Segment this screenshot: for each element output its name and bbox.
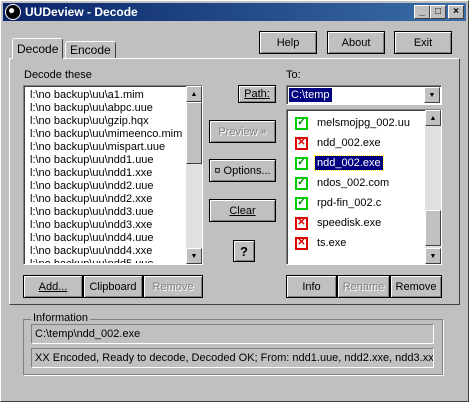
cross-icon: ✕ bbox=[295, 236, 308, 250]
minimize-icon: _ bbox=[419, 6, 425, 17]
preview-button[interactable]: Preview » bbox=[209, 120, 276, 143]
clipboard-button-label: Clipboard bbox=[89, 280, 137, 293]
scroll-thumb[interactable] bbox=[186, 102, 202, 164]
close-icon: × bbox=[453, 6, 459, 17]
information-label: Information bbox=[31, 312, 91, 324]
cross-icon: ✕ bbox=[295, 136, 308, 150]
decode-file-item[interactable]: l:\no backup\uu\ndd5.uue bbox=[26, 258, 186, 263]
title-bar[interactable]: UUDeview - Decode _ □ × bbox=[3, 3, 466, 21]
target-file-list[interactable]: ✓ melsmojpg_002.uu ✕ ndd_002.exe ✓ ndd_002.ex… bbox=[286, 109, 442, 265]
remove-decode-button-label: Remove bbox=[152, 280, 194, 293]
scroll-thumb[interactable] bbox=[425, 210, 441, 246]
decode-file-rows: l:\no backup\uu\a1.mim l:\no backup\uu\ab… bbox=[26, 89, 186, 263]
target-file-name: ndd_002.exe bbox=[314, 155, 384, 171]
target-file-item[interactable]: ✓ ndd_002.exe bbox=[289, 153, 425, 173]
minimize-button[interactable]: _ bbox=[414, 5, 430, 19]
info-path-field: C:\temp\ndd_002.exe bbox=[31, 324, 434, 344]
decode-file-list[interactable]: l:\no backup\uu\a1.mim l:\no backup\uu\ab… bbox=[23, 85, 203, 265]
tab-decode[interactable]: Decode bbox=[12, 38, 64, 59]
decode-file-item[interactable]: l:\no backup\uu\mimeenco.mim bbox=[26, 128, 186, 141]
scroll-down-arrow-icon[interactable]: ▼ bbox=[425, 248, 441, 264]
decode-file-item[interactable]: l:\no backup\uu\ndd2.xxe bbox=[26, 193, 186, 206]
target-file-name: speedisk.exe bbox=[317, 217, 382, 229]
target-file-item[interactable]: ✓ ndos_002.com bbox=[289, 173, 425, 193]
remove-target-button[interactable]: Remove bbox=[390, 275, 442, 298]
check-icon: ✓ bbox=[295, 156, 308, 170]
rename-button-label: Rename bbox=[342, 280, 385, 293]
decode-list-scrollbar[interactable]: ▲ ▼ bbox=[186, 86, 202, 264]
decode-file-item[interactable]: l:\no backup\uu\ndd3.xxe bbox=[26, 219, 186, 232]
target-file-item[interactable]: ✓ rpd-fin_002.c bbox=[289, 193, 425, 213]
decode-file-item[interactable]: l:\no backup\uu\a1.mim bbox=[26, 89, 186, 102]
info-status-field: XX Encoded, Ready to decode, Decoded OK;… bbox=[31, 348, 434, 368]
target-file-name: ts.exe bbox=[317, 237, 347, 249]
scroll-down-arrow-icon[interactable]: ▼ bbox=[186, 248, 202, 264]
tab-decode-label: Decode bbox=[17, 42, 59, 56]
check-icon: ✓ bbox=[295, 176, 308, 190]
target-file-item[interactable]: ✕ ts.exe bbox=[289, 233, 425, 253]
about-button[interactable]: About bbox=[327, 31, 385, 54]
path-button-label: Path: bbox=[244, 88, 270, 100]
about-button-label: About bbox=[341, 36, 371, 49]
rename-button[interactable]: Rename bbox=[337, 275, 390, 298]
target-file-name: rpd-fin_002.c bbox=[317, 197, 382, 209]
remove-decode-button[interactable]: Remove bbox=[143, 275, 203, 298]
options-button[interactable]: ¤ Options... bbox=[209, 159, 276, 182]
decode-file-item[interactable]: l:\no backup\uu\ndd2.uue bbox=[26, 180, 186, 193]
info-button[interactable]: Info bbox=[286, 275, 337, 298]
decode-file-item[interactable]: l:\no backup\uu\abpc.uue bbox=[26, 102, 186, 115]
clear-button[interactable]: Clear bbox=[209, 199, 276, 222]
clear-button-label: Clear bbox=[229, 204, 256, 217]
decode-file-item[interactable]: l:\no backup\uu\mispart.uue bbox=[26, 141, 186, 154]
target-path-combo[interactable]: C:\temp ▼ bbox=[286, 85, 442, 105]
chevron-down-icon[interactable]: ▼ bbox=[424, 87, 440, 103]
cross-icon: ✕ bbox=[295, 216, 308, 230]
add-button-label: Add... bbox=[38, 280, 68, 293]
decode-these-label: Decode these bbox=[24, 69, 92, 81]
decode-file-item[interactable]: l:\no backup\uu\ndd3.uue bbox=[26, 206, 186, 219]
uudeview-app-icon bbox=[5, 4, 21, 20]
target-file-name: melsmojpg_002.uu bbox=[317, 117, 410, 129]
scroll-up-arrow-icon[interactable]: ▲ bbox=[425, 110, 441, 126]
help-button-label: Help bbox=[276, 36, 300, 49]
main-window: UUDeview - Decode _ □ × Help About Exit … bbox=[0, 0, 469, 402]
decode-file-item[interactable]: l:\no backup\uu\ndd4.xxe bbox=[26, 245, 186, 258]
target-file-item[interactable]: ✕ speedisk.exe bbox=[289, 213, 425, 233]
add-button[interactable]: Add... bbox=[23, 275, 83, 298]
scroll-up-arrow-icon[interactable]: ▲ bbox=[186, 86, 202, 102]
target-list-scrollbar[interactable]: ▲ ▼ bbox=[425, 110, 441, 264]
tab-encode[interactable]: Encode bbox=[65, 41, 116, 58]
tab-encode-label: Encode bbox=[70, 43, 111, 57]
maximize-icon: □ bbox=[434, 6, 442, 17]
help-question-button[interactable]: ? bbox=[233, 240, 255, 262]
help-button[interactable]: Help bbox=[259, 31, 317, 54]
decode-file-item[interactable]: l:\no backup\uu\ndd1.uue bbox=[26, 154, 186, 167]
target-file-item[interactable]: ✕ ndd_002.exe bbox=[289, 133, 425, 153]
options-button-label: ¤ Options... bbox=[214, 164, 271, 177]
target-file-rows: ✓ melsmojpg_002.uu ✕ ndd_002.exe ✓ ndd_002.ex… bbox=[289, 113, 425, 263]
check-icon: ✓ bbox=[295, 196, 308, 210]
path-button[interactable]: Path: bbox=[238, 85, 276, 103]
decode-file-item[interactable]: l:\no backup\uu\ndd1.xxe bbox=[26, 167, 186, 180]
window-title: UUDeview - Decode bbox=[25, 5, 138, 19]
decode-file-item[interactable]: l:\no backup\uu\gzip.hqx bbox=[26, 115, 186, 128]
target-file-item[interactable]: ✓ melsmojpg_002.uu bbox=[289, 113, 425, 133]
preview-button-label: Preview » bbox=[218, 125, 267, 138]
target-file-name: ndos_002.com bbox=[317, 177, 390, 189]
decode-file-item[interactable]: l:\no backup\uu\ndd4.uue bbox=[26, 232, 186, 245]
remove-target-button-label: Remove bbox=[395, 280, 437, 293]
close-button[interactable]: × bbox=[448, 5, 464, 19]
question-mark-icon: ? bbox=[240, 243, 248, 259]
target-path-value: C:\temp bbox=[289, 88, 332, 102]
to-label: To: bbox=[286, 69, 301, 81]
exit-button-label: Exit bbox=[413, 36, 433, 49]
clipboard-button[interactable]: Clipboard bbox=[83, 275, 143, 298]
exit-button[interactable]: Exit bbox=[394, 31, 452, 54]
check-icon: ✓ bbox=[295, 116, 308, 130]
target-file-name: ndd_002.exe bbox=[317, 137, 381, 149]
maximize-button[interactable]: □ bbox=[430, 5, 446, 19]
info-button-label: Info bbox=[302, 280, 321, 293]
